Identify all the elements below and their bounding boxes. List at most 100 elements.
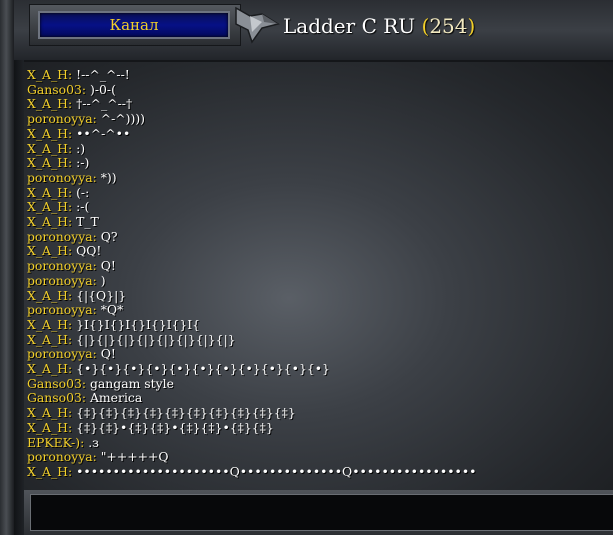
chat-username[interactable]: X_A_H	[27, 96, 68, 112]
chat-username[interactable]: X_A_H	[27, 126, 68, 141]
chat-text: T_T	[76, 214, 99, 230]
chat-separator: :	[81, 375, 90, 391]
chat-text: QQ!	[76, 243, 102, 259]
chat-username[interactable]: X_A_H	[27, 155, 68, 170]
chat-message: X_A_H: {‡}{‡}{‡}{‡}{‡}{‡}{‡}{‡}{‡}{‡}	[27, 405, 476, 421]
chat-text: :-(	[76, 199, 90, 215]
chat-text: )-0-(	[89, 81, 116, 97]
chat-text: Q!	[100, 258, 116, 274]
chat-message: X_A_H: {|}{|}{|}{|}{|}{|}{|}{|}	[27, 331, 476, 348]
chat-separator: :	[92, 346, 101, 362]
chat-username[interactable]: X_A_H	[27, 67, 68, 82]
chat-username[interactable]: X_A_H	[27, 317, 68, 332]
chat-text: {|{Q}|}	[76, 287, 127, 303]
left-frame-inner	[14, 0, 24, 535]
chat-message: poronoyya: *))	[27, 169, 476, 186]
chat-message: poronoyya: Q?	[27, 228, 476, 245]
chat-message: poronoyya: "+++++Q	[27, 449, 476, 465]
chat-username[interactable]: poronoyya	[27, 449, 93, 464]
chat-username[interactable]: X_A_H	[27, 420, 68, 435]
chat-username[interactable]: X_A_H	[27, 361, 68, 376]
chat-message: X_A_H: (-:	[27, 184, 476, 201]
chat-username[interactable]: X_A_H	[27, 141, 68, 156]
chat-separator: :	[80, 434, 89, 450]
chat-separator: :	[67, 463, 77, 479]
chat-text: {|}{|}{|}{|}{|}{|}{|}{|}	[76, 331, 236, 347]
chat-message: X_A_H: {‡}{‡}•{‡}{‡}•{‡}{‡}•{‡}{‡}	[27, 419, 476, 436]
chat-text: •••••••••••••••••••••Q••••••••••••••Q•••…	[76, 463, 477, 479]
chat-separator: :	[92, 111, 101, 127]
chat-username[interactable]: poronoyya	[27, 346, 93, 362]
chat-text: :)	[76, 140, 86, 156]
left-frame	[0, 0, 14, 535]
chat-username[interactable]: poronoyya	[27, 302, 93, 317]
chat-username[interactable]: X_A_H	[27, 405, 68, 420]
chat-input[interactable]	[30, 494, 613, 531]
chat-messages: X_A_H: !--^_^--! Ganso03: )-0-(X_A_H: †--…	[27, 67, 477, 480]
chat-username[interactable]: poronoyya	[27, 273, 93, 288]
chat-username[interactable]: Ganso03	[27, 376, 82, 391]
chat-separator: :	[67, 96, 77, 112]
chat-text: *))	[100, 169, 117, 185]
chat-username[interactable]: poronoyya	[27, 229, 93, 244]
channel-name: Ladder C RU	[283, 14, 416, 38]
channel-title: Ladder C RU (254)	[283, 14, 475, 38]
chat-message: poronoyya: Q!	[27, 347, 476, 362]
chat-text: {‡}{‡}•{‡}{‡}•{‡}{‡}•{‡}{‡}	[76, 419, 274, 435]
chat-text: Q?	[100, 228, 118, 244]
chat-message: EPKEK-): .з	[27, 434, 476, 451]
chat-username[interactable]: poronoyya	[27, 258, 93, 273]
chat-separator: :	[67, 67, 77, 82]
chat-message: X_A_H: !--^_^--!	[27, 67, 476, 83]
chat-message: X_A_H: :-)	[27, 155, 476, 171]
chat-separator: :	[92, 302, 101, 318]
chat-text: ••^-^••	[76, 125, 131, 141]
chat-separator: :	[92, 169, 101, 185]
chat-text: {•}{•}{•}{•}{•}{•}{•}{•}{•}{•}{•}	[76, 361, 330, 377]
chat-message: X_A_H: T_T	[27, 214, 476, 230]
chat-separator: :	[92, 272, 101, 288]
chat-username[interactable]: X_A_H	[27, 243, 68, 259]
chat-log[interactable]: X_A_H: !--^_^--! Ganso03: )-0-(X_A_H: †--…	[24, 60, 613, 492]
chat-message: Ganso03: gangam style	[27, 375, 476, 392]
chat-separator: :	[67, 361, 77, 377]
chat-text: America	[89, 390, 143, 406]
chat-separator: :	[81, 390, 90, 406]
chat-username[interactable]: X_A_H	[27, 332, 68, 347]
chat-message: X_A_H: :-(	[27, 199, 476, 215]
chat-message: X_A_H: {|{Q}|}	[27, 287, 476, 304]
chat-username[interactable]: EPKEK-)	[27, 435, 80, 450]
chat-username[interactable]: Ganso03	[27, 82, 82, 97]
channel-button[interactable]: Канал	[38, 11, 230, 39]
chat-separator: :	[67, 287, 77, 303]
chat-separator: :	[67, 184, 77, 200]
chat-text: *Q*	[100, 302, 124, 318]
chat-username[interactable]: X_A_H	[27, 214, 68, 229]
chat-message: poronoyya: )	[27, 272, 476, 289]
chat-message: X_A_H: ••^-^••	[27, 125, 476, 142]
chat-username[interactable]: poronoyya	[27, 111, 93, 126]
chat-separator: :	[67, 419, 77, 435]
chat-text: }I{}I{}I{}I{}I{}I{	[76, 316, 201, 332]
chat-text: :-)	[76, 155, 90, 171]
chat-username[interactable]: poronoyya	[27, 170, 93, 185]
chat-text: "+++++Q	[100, 449, 169, 465]
chat-text: gangam style	[89, 375, 174, 391]
chat-separator: :	[67, 243, 77, 259]
chat-text: Q!	[100, 346, 116, 362]
chat-username[interactable]: Ganso03	[27, 390, 82, 406]
chat-message: poronoyya: ^-^))))	[27, 111, 476, 127]
chat-separator: :	[92, 258, 101, 274]
chat-username[interactable]: X_A_H	[27, 185, 68, 200]
chat-message: X_A_H: QQ!	[27, 244, 476, 259]
user-count: 254	[429, 14, 468, 38]
chat-separator: :	[67, 155, 77, 171]
chat-username[interactable]: X_A_H	[27, 199, 68, 214]
chat-username[interactable]: X_A_H	[27, 464, 68, 479]
chat-message: poronoyya: Q!	[27, 258, 476, 274]
chat-separator: :	[67, 214, 77, 230]
chat-message: Ganso03: )-0-(	[27, 81, 476, 98]
chat-separator: :	[67, 405, 77, 421]
chat-message: X_A_H: •••••••••••••••••••••Q•••••••••••…	[27, 463, 477, 480]
chat-username[interactable]: X_A_H	[27, 288, 68, 303]
